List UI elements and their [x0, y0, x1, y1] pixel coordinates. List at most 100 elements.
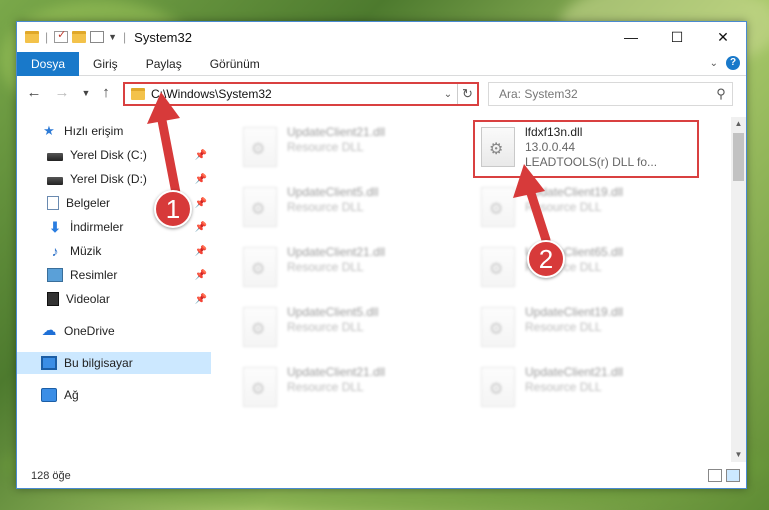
pin-icon[interactable]: 📌	[195, 270, 207, 281]
new-folder-icon[interactable]	[72, 31, 87, 43]
file-name: UpdateClient21.dll	[287, 365, 386, 379]
title-bar: | ▼ | System32 — ☐ ✕	[17, 22, 746, 52]
sidebar-item-label: Ağ	[64, 388, 79, 402]
star-icon: ★	[43, 123, 55, 138]
minimize-icon: —	[624, 29, 638, 45]
scroll-down-button[interactable]: ▼	[731, 448, 746, 462]
list-item[interactable]: UpdateClient21.dllResource DLL	[239, 243, 469, 293]
vertical-scrollbar[interactable]: ▲ ▼	[731, 117, 746, 462]
sidebar-item-local-disk-d[interactable]: Yerel Disk (D:) 📌	[47, 168, 211, 190]
up-button[interactable]: ↑	[97, 83, 115, 103]
pin-icon[interactable]: 📌	[195, 150, 207, 161]
tab-home[interactable]: Giriş	[79, 52, 132, 76]
pin-icon[interactable]: 📌	[195, 198, 207, 209]
sidebar-item-label: Belgeler	[66, 196, 111, 210]
pin-icon[interactable]: 📌	[195, 246, 207, 257]
tab-file[interactable]: Dosya	[17, 51, 80, 76]
pin-icon[interactable]: 📌	[195, 294, 207, 305]
tab-view[interactable]: Görünüm	[196, 52, 274, 76]
window-title: System32	[134, 29, 192, 45]
properties-icon[interactable]	[90, 31, 105, 43]
details-view-icon[interactable]	[708, 469, 722, 482]
sidebar-item-label: Resimler	[70, 268, 118, 282]
folder-icon	[25, 31, 39, 43]
expand-ribbon-icon[interactable]: ⌄	[710, 58, 718, 69]
callout-2: 2	[527, 240, 565, 278]
address-row: ← → ▼ ↑ C:\Windows\System32 ⌄ ↻ Ara: Sys…	[17, 79, 746, 109]
maximize-button[interactable]: ☐	[654, 22, 700, 52]
file-type: Resource DLL	[287, 320, 364, 334]
scroll-up-button[interactable]: ▲	[731, 117, 746, 131]
list-item[interactable]: UpdateClient65.dllResource DLL	[477, 243, 707, 293]
refresh-button[interactable]: ↻	[457, 84, 477, 104]
drive-icon	[47, 176, 63, 185]
sidebar-item-this-pc[interactable]: Bu bilgisayar	[17, 352, 211, 374]
maximize-icon: ☐	[670, 28, 684, 45]
properties-check-icon[interactable]	[54, 28, 69, 43]
list-item[interactable]: UpdateClient19.dllResource DLL	[477, 183, 707, 233]
callout-1: 1	[154, 190, 192, 228]
back-arrow-icon: ←	[26, 84, 42, 101]
dll-file-icon	[243, 127, 277, 167]
download-icon: ⬇	[49, 219, 61, 235]
dll-file-icon	[481, 127, 515, 167]
highlighted-file-item[interactable]: lfdxf13n.dll 13.0.0.44 LEADTOOLS(r) DLL …	[477, 123, 707, 173]
tab-share[interactable]: Paylaş	[132, 52, 196, 76]
dll-file-icon	[243, 187, 277, 227]
documents-icon	[47, 196, 59, 210]
list-item[interactable]: UpdateClient21.dllResource DLL	[239, 123, 469, 173]
music-icon: ♪	[51, 243, 59, 259]
sidebar-item-quick-access[interactable]: ★ Hızlı erişim	[41, 120, 211, 142]
network-icon	[41, 388, 57, 402]
computer-icon	[41, 356, 57, 370]
list-item[interactable]: UpdateClient19.dllResource DLL	[477, 303, 707, 353]
sidebar-item-onedrive[interactable]: ☁ OneDrive	[41, 320, 211, 342]
back-button[interactable]: ←	[25, 83, 43, 103]
up-arrow-icon: ↑	[102, 84, 110, 101]
sidebar-item-videos[interactable]: Videolar 📌	[47, 288, 211, 310]
search-box[interactable]: Ara: System32 ⚲	[488, 82, 733, 106]
onedrive-icon: ☁	[41, 322, 57, 339]
file-name: UpdateClient19.dll	[525, 185, 624, 199]
pin-icon[interactable]: 📌	[195, 222, 207, 233]
large-icons-view-icon[interactable]	[726, 469, 740, 482]
dll-file-icon	[243, 307, 277, 347]
sidebar-item-music[interactable]: ♪ Müzik 📌	[47, 240, 211, 262]
help-icon[interactable]: ?	[726, 56, 740, 70]
file-name: UpdateClient21.dll	[525, 365, 624, 379]
list-item[interactable]: UpdateClient21.dllResource DLL	[239, 363, 469, 413]
forward-button[interactable]: →	[53, 83, 71, 103]
explorer-window: | ▼ | System32 — ☐ ✕ Dosya Giriş Paylaş …	[16, 21, 747, 489]
address-dropdown-button[interactable]: ⌄	[439, 89, 457, 100]
recent-locations-button[interactable]: ▼	[77, 83, 95, 103]
dll-file-icon	[481, 307, 515, 347]
sidebar-item-local-disk-c[interactable]: Yerel Disk (C:) 📌	[47, 144, 211, 166]
sidebar-item-label: OneDrive	[64, 324, 115, 338]
file-name: UpdateClient5.dll	[287, 305, 379, 319]
search-icon: ⚲	[716, 86, 726, 101]
list-item[interactable]: UpdateClient5.dllResource DLL	[239, 303, 469, 353]
search-input[interactable]: Ara: System32	[499, 87, 710, 101]
pictures-icon	[47, 268, 63, 282]
folder-icon	[131, 88, 145, 100]
customize-toolbar-icon[interactable]: ▼	[108, 32, 117, 42]
pin-icon[interactable]: 📌	[195, 174, 207, 185]
sidebar-item-label: Müzik	[70, 244, 102, 258]
list-item[interactable]: UpdateClient5.dllResource DLL	[239, 183, 469, 233]
sidebar-item-label: Videolar	[66, 292, 110, 306]
address-bar[interactable]: C:\Windows\System32 ⌄ ↻	[123, 82, 479, 106]
close-button[interactable]: ✕	[700, 22, 746, 52]
file-name: UpdateClient21.dll	[287, 245, 386, 259]
sidebar-item-network[interactable]: Ağ	[41, 384, 211, 406]
file-type: Resource DLL	[525, 380, 602, 394]
scroll-thumb[interactable]	[733, 133, 744, 181]
sidebar-item-pictures[interactable]: Resimler 📌	[47, 264, 211, 286]
dll-file-icon	[481, 247, 515, 287]
minimize-button[interactable]: —	[608, 22, 654, 52]
dll-file-icon	[243, 367, 277, 407]
file-description: LEADTOOLS(r) DLL fo...	[525, 155, 658, 169]
file-type: Resource DLL	[287, 380, 364, 394]
forward-arrow-icon: →	[54, 84, 70, 101]
list-item[interactable]: UpdateClient21.dllResource DLL	[477, 363, 707, 413]
address-path[interactable]: C:\Windows\System32	[151, 87, 439, 101]
